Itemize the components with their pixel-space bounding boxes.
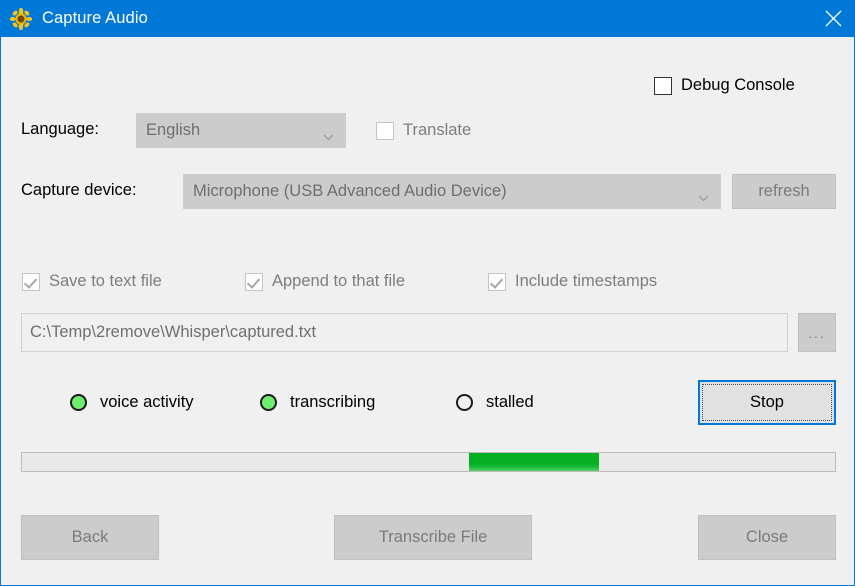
capture-device-select[interactable]: Microphone (USB Advanced Audio Device) <box>183 174 721 209</box>
progress-chunk <box>469 453 599 471</box>
translate-checkbox[interactable]: Translate <box>376 121 471 140</box>
window-title: Capture Audio <box>42 9 148 28</box>
language-selected-value: English <box>146 121 200 140</box>
language-label: Language: <box>21 120 99 139</box>
back-button[interactable]: Back <box>21 515 159 560</box>
close-icon[interactable] <box>810 0 855 37</box>
capture-device-label: Capture device: <box>21 181 137 200</box>
status-indicator-voice-activity: voice activity <box>70 393 194 412</box>
status-label: stalled <box>486 393 534 412</box>
file-path-value: C:\Temp\2remove\Whisper\captured.txt <box>30 323 316 342</box>
led-icon <box>70 394 87 411</box>
debug-console-label: Debug Console <box>681 76 795 95</box>
include-timestamps-label: Include timestamps <box>515 272 657 291</box>
progress-bar <box>21 452 836 472</box>
sunflower-icon <box>10 8 32 30</box>
checkbox-box <box>654 77 672 95</box>
browse-file-button[interactable]: ... <box>798 313 836 352</box>
led-icon <box>456 394 473 411</box>
capture-device-selected-value: Microphone (USB Advanced Audio Device) <box>193 182 507 201</box>
checkbox-box <box>488 273 506 291</box>
refresh-button[interactable]: refresh <box>732 174 836 209</box>
back-button-label: Back <box>72 528 109 547</box>
led-icon <box>260 394 277 411</box>
checkbox-box <box>376 122 394 140</box>
chevron-down-icon <box>698 189 709 196</box>
save-to-text-file-label: Save to text file <box>49 272 162 291</box>
translate-label: Translate <box>403 121 471 140</box>
transcribe-file-button[interactable]: Transcribe File <box>334 515 532 560</box>
append-to-that-file-checkbox[interactable]: Append to that file <box>245 272 405 291</box>
chevron-down-icon <box>323 128 334 135</box>
stop-button[interactable]: Stop <box>698 380 836 425</box>
status-indicator-transcribing: transcribing <box>260 393 375 412</box>
refresh-button-label: refresh <box>758 182 809 201</box>
transcribe-file-button-label: Transcribe File <box>379 528 488 547</box>
close-button-label: Close <box>746 528 788 547</box>
status-indicator-stalled: stalled <box>456 393 534 412</box>
save-to-text-file-checkbox[interactable]: Save to text file <box>22 272 162 291</box>
file-path-input[interactable]: C:\Temp\2remove\Whisper\captured.txt <box>21 313 788 352</box>
title-bar: Capture Audio <box>1 0 855 37</box>
status-label: transcribing <box>290 393 375 412</box>
checkbox-box <box>22 273 40 291</box>
include-timestamps-checkbox[interactable]: Include timestamps <box>488 272 657 291</box>
stop-button-label: Stop <box>750 393 784 412</box>
close-button[interactable]: Close <box>698 515 836 560</box>
capture-audio-window: Capture Audio Debug Console Language: En… <box>0 0 855 586</box>
status-label: voice activity <box>100 393 194 412</box>
checkbox-box <box>245 273 263 291</box>
language-select[interactable]: English <box>136 113 346 148</box>
append-to-that-file-label: Append to that file <box>272 272 405 291</box>
debug-console-checkbox[interactable]: Debug Console <box>654 76 795 95</box>
browse-file-button-label: ... <box>808 325 826 341</box>
